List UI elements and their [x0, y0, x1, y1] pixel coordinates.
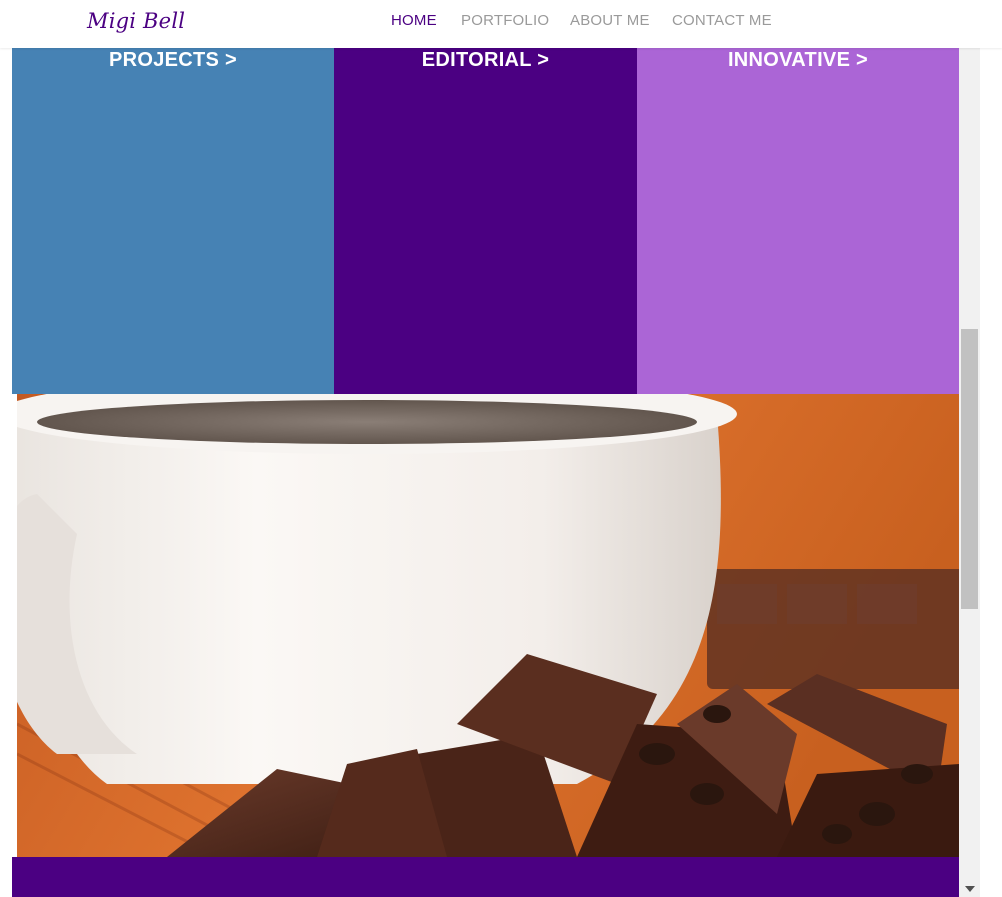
panel-innovative[interactable]: INNOVATIVE >	[637, 48, 959, 394]
coffee-chocolate-image	[17, 394, 959, 857]
category-panels: PROJECTS > EDITORIAL > INNOVATIVE >	[12, 48, 959, 394]
page-scrollbar[interactable]	[959, 48, 980, 897]
nav-portfolio[interactable]: PORTFOLIO	[461, 12, 549, 29]
panel-editorial-title[interactable]: EDITORIAL >	[334, 49, 637, 72]
main-nav: HOME PORTFOLIO ABOUT ME CONTACT ME	[391, 12, 797, 29]
site-logo[interactable]: Migi Bell	[87, 9, 185, 33]
scrollbar-thumb[interactable]	[961, 329, 978, 609]
panel-projects[interactable]: PROJECTS >	[12, 48, 334, 394]
scroll-down-arrow-icon[interactable]	[965, 886, 975, 892]
nav-home[interactable]: HOME	[391, 12, 437, 29]
footer-bar	[12, 857, 959, 897]
panel-projects-title[interactable]: PROJECTS >	[12, 49, 334, 72]
panel-editorial[interactable]: EDITORIAL >	[334, 48, 637, 394]
nav-contact-me[interactable]: CONTACT ME	[672, 12, 772, 29]
site-header: Migi Bell HOME PORTFOLIO ABOUT ME CONTAC…	[0, 0, 1002, 48]
nav-about-me[interactable]: ABOUT ME	[570, 12, 649, 29]
panel-innovative-title[interactable]: INNOVATIVE >	[637, 49, 959, 72]
hero-photo	[17, 394, 959, 857]
